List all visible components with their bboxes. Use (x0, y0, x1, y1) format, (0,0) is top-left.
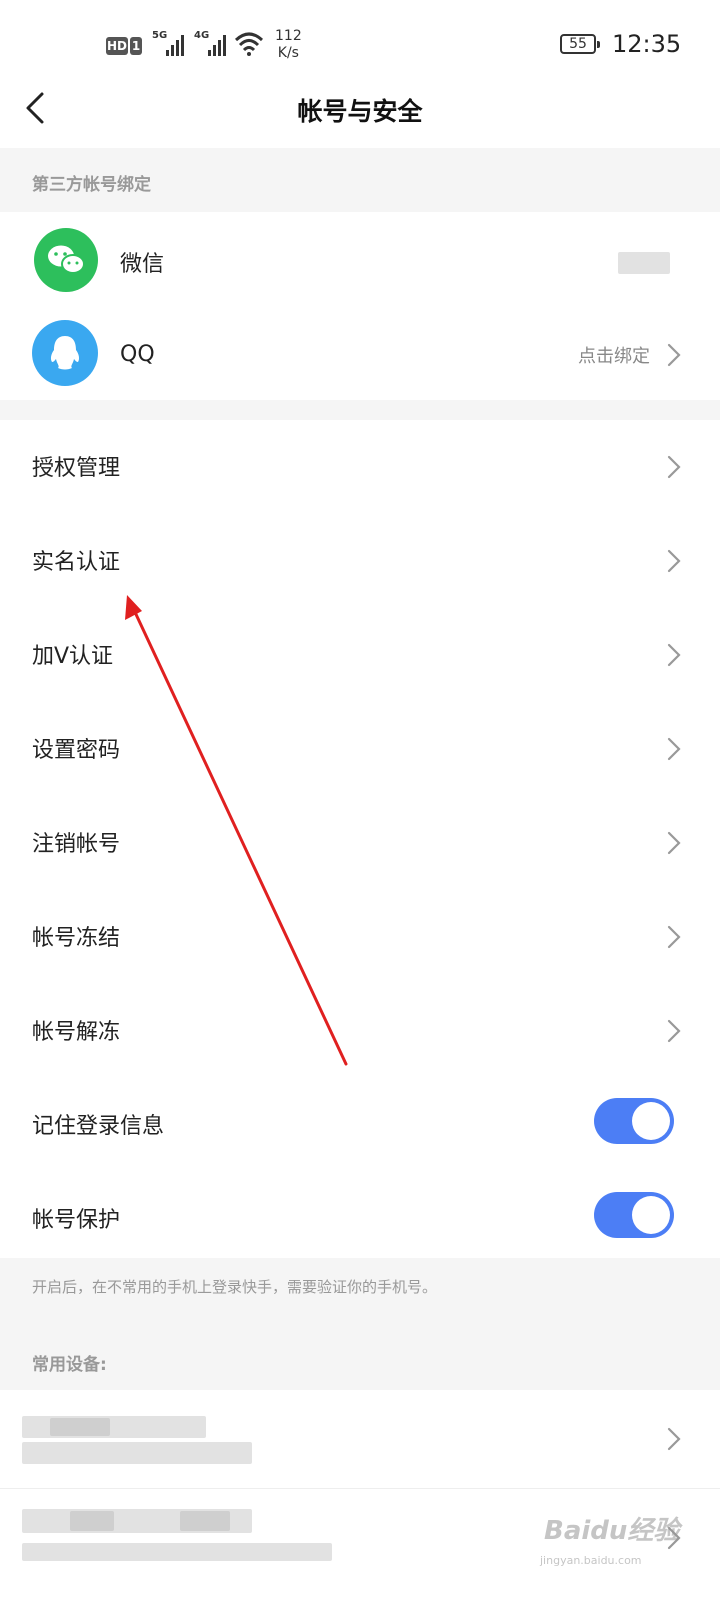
battery-icon: 55 (560, 34, 600, 54)
settings-item-label: 帐号解冻 (32, 1020, 121, 1045)
watermark-logo: Baidu经验 (544, 1516, 680, 1546)
network-speed-unit: K/s (277, 45, 299, 61)
network-speed-value: 112 (275, 28, 302, 44)
settings-item-v-verify[interactable]: 加V认证 (0, 608, 720, 702)
network-4g-label: 4G (194, 30, 210, 41)
watermark: Baidu经验 jingyan.baidu.com (540, 1492, 710, 1582)
wechat-label: 微信 (120, 252, 165, 277)
network-speed: 112 K/s (275, 28, 302, 62)
blurred-device-name (70, 1511, 114, 1531)
settings-item-label: 帐号冻结 (32, 926, 121, 951)
section-label: 第三方帐号绑定 (32, 175, 151, 195)
device-row[interactable] (0, 1390, 720, 1488)
section-divider (0, 400, 720, 420)
chevron-right-icon (667, 549, 681, 573)
toggle-row-remember-login: 记住登录信息 (0, 1078, 720, 1172)
settings-item-unfreeze-account[interactable]: 帐号解冻 (0, 984, 720, 1078)
account-protection-toggle[interactable] (594, 1192, 674, 1238)
qq-row[interactable]: QQ 点击绑定 (0, 306, 720, 400)
toggle-label: 帐号保护 (32, 1208, 121, 1233)
hd-badge: HD (106, 37, 128, 55)
settings-item-label: 授权管理 (32, 456, 121, 481)
settings-item-delete-account[interactable]: 注销帐号 (0, 796, 720, 890)
signal-icon (208, 34, 228, 56)
header: 帐号与安全 (0, 70, 720, 148)
sim-badge: 1 (130, 37, 142, 55)
blurred-device-info (22, 1442, 252, 1464)
settings-item-label: 加V认证 (32, 644, 114, 669)
chevron-right-icon (667, 737, 681, 761)
protection-note: 开启后，在不常用的手机上登录快手，需要验证你的手机号。 (32, 1278, 438, 1296)
blurred-device-info (22, 1543, 332, 1561)
bind-action-label[interactable]: 点击绑定 (578, 342, 650, 368)
qq-penguin-icon (32, 320, 98, 386)
chevron-right-icon (667, 1019, 681, 1043)
chevron-right-icon (667, 343, 681, 367)
chevron-right-icon (667, 831, 681, 855)
devices-section-label: 常用设备: (32, 1355, 107, 1375)
blurred-device-name (180, 1511, 230, 1531)
wechat-row[interactable]: 微信 (0, 212, 720, 306)
toggle-row-account-protection: 帐号保护 (0, 1172, 720, 1266)
chevron-right-icon (667, 1427, 681, 1451)
signal-icon (166, 34, 186, 56)
remember-login-toggle[interactable] (594, 1098, 674, 1144)
settings-item-label: 注销帐号 (32, 832, 121, 857)
blurred-device-name (50, 1418, 110, 1436)
footer-info: 开启后，在不常用的手机上登录快手，需要验证你的手机号。 常用设备: (0, 1258, 720, 1390)
settings-item-label: 设置密码 (32, 738, 121, 763)
settings-item-authorization[interactable]: 授权管理 (0, 420, 720, 514)
wechat-icon (34, 228, 98, 292)
clock: 12:35 (612, 30, 682, 58)
section-header-third-party: 第三方帐号绑定 (0, 148, 720, 212)
page-title: 帐号与安全 (297, 97, 423, 126)
chevron-right-icon (667, 925, 681, 949)
blurred-account (618, 252, 670, 274)
settings-item-set-password[interactable]: 设置密码 (0, 702, 720, 796)
watermark-url: jingyan.baidu.com (540, 1554, 642, 1567)
chevron-right-icon (667, 455, 681, 479)
network-5g-label: 5G (152, 30, 168, 41)
chevron-right-icon (667, 643, 681, 667)
toggle-label: 记住登录信息 (32, 1114, 165, 1139)
settings-item-real-name[interactable]: 实名认证 (0, 514, 720, 608)
wifi-icon (234, 32, 264, 56)
settings-item-freeze-account[interactable]: 帐号冻结 (0, 890, 720, 984)
settings-item-label: 实名认证 (32, 550, 121, 575)
qq-label: QQ (120, 342, 155, 367)
